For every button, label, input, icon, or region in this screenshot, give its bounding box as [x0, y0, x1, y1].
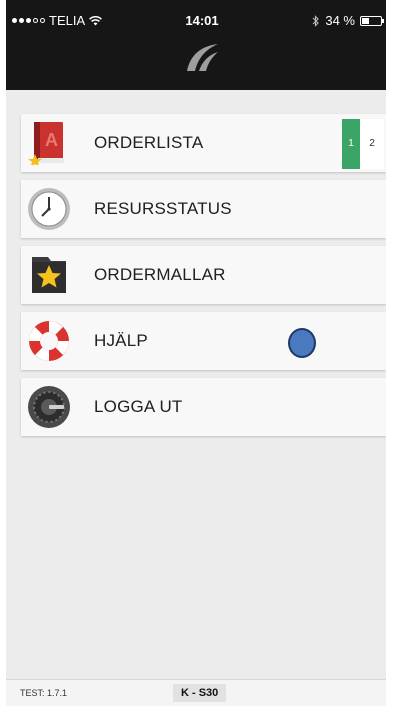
lifebuoy-icon: [29, 321, 69, 361]
clock-icon: [28, 188, 70, 230]
menu-item-label: ORDERMALLAR: [94, 265, 226, 284]
order-badge-first: 1: [342, 119, 360, 169]
app-logo-icon: [187, 44, 218, 71]
menu-item-label: HJÄLP: [94, 331, 148, 350]
lock-dial-icon: [28, 386, 70, 428]
order-badge-second: 2: [360, 119, 384, 169]
header-bar: TELIA 14:01 34 %: [6, 0, 386, 90]
status-bar: TELIA 14:01 34 %: [6, 10, 386, 30]
footer-bar: TEST: 1.7.1 K - S30: [6, 679, 386, 706]
star-folder-icon: [32, 257, 66, 293]
menu-item-logga-ut[interactable]: LOGGA UT: [21, 378, 386, 436]
app-version: TEST: 1.7.1: [20, 688, 68, 698]
order-count-badge: 1 2: [342, 119, 384, 169]
menu-item-ordermallar[interactable]: ORDERMALLAR: [21, 246, 386, 304]
order-book-icon: A: [28, 122, 64, 165]
battery-percent: 34 %: [325, 13, 355, 28]
touch-indicator-dot: [288, 328, 316, 358]
menu-item-label: LOGGA UT: [94, 397, 183, 416]
menu-item-label: ORDERLISTA: [94, 133, 204, 152]
svg-text:A: A: [45, 130, 58, 150]
station-label: K - S30: [173, 684, 227, 702]
battery-icon: [360, 15, 384, 26]
menu-item-hjalp[interactable]: HJÄLP: [21, 312, 386, 370]
menu-item-label: RESURSSTATUS: [94, 199, 232, 218]
main-menu: A ORDERLISTA 1 2 RESURSSTATUS ORDERMALLA…: [21, 114, 386, 444]
bluetooth-icon: [312, 14, 320, 27]
status-right: 34 %: [312, 13, 384, 28]
menu-item-orderlista[interactable]: A ORDERLISTA 1 2: [21, 114, 386, 172]
menu-item-resursstatus[interactable]: RESURSSTATUS: [21, 180, 386, 238]
app-screen: TELIA 14:01 34 % A ORDERLISTA 1 2 RESURS…: [6, 0, 386, 706]
